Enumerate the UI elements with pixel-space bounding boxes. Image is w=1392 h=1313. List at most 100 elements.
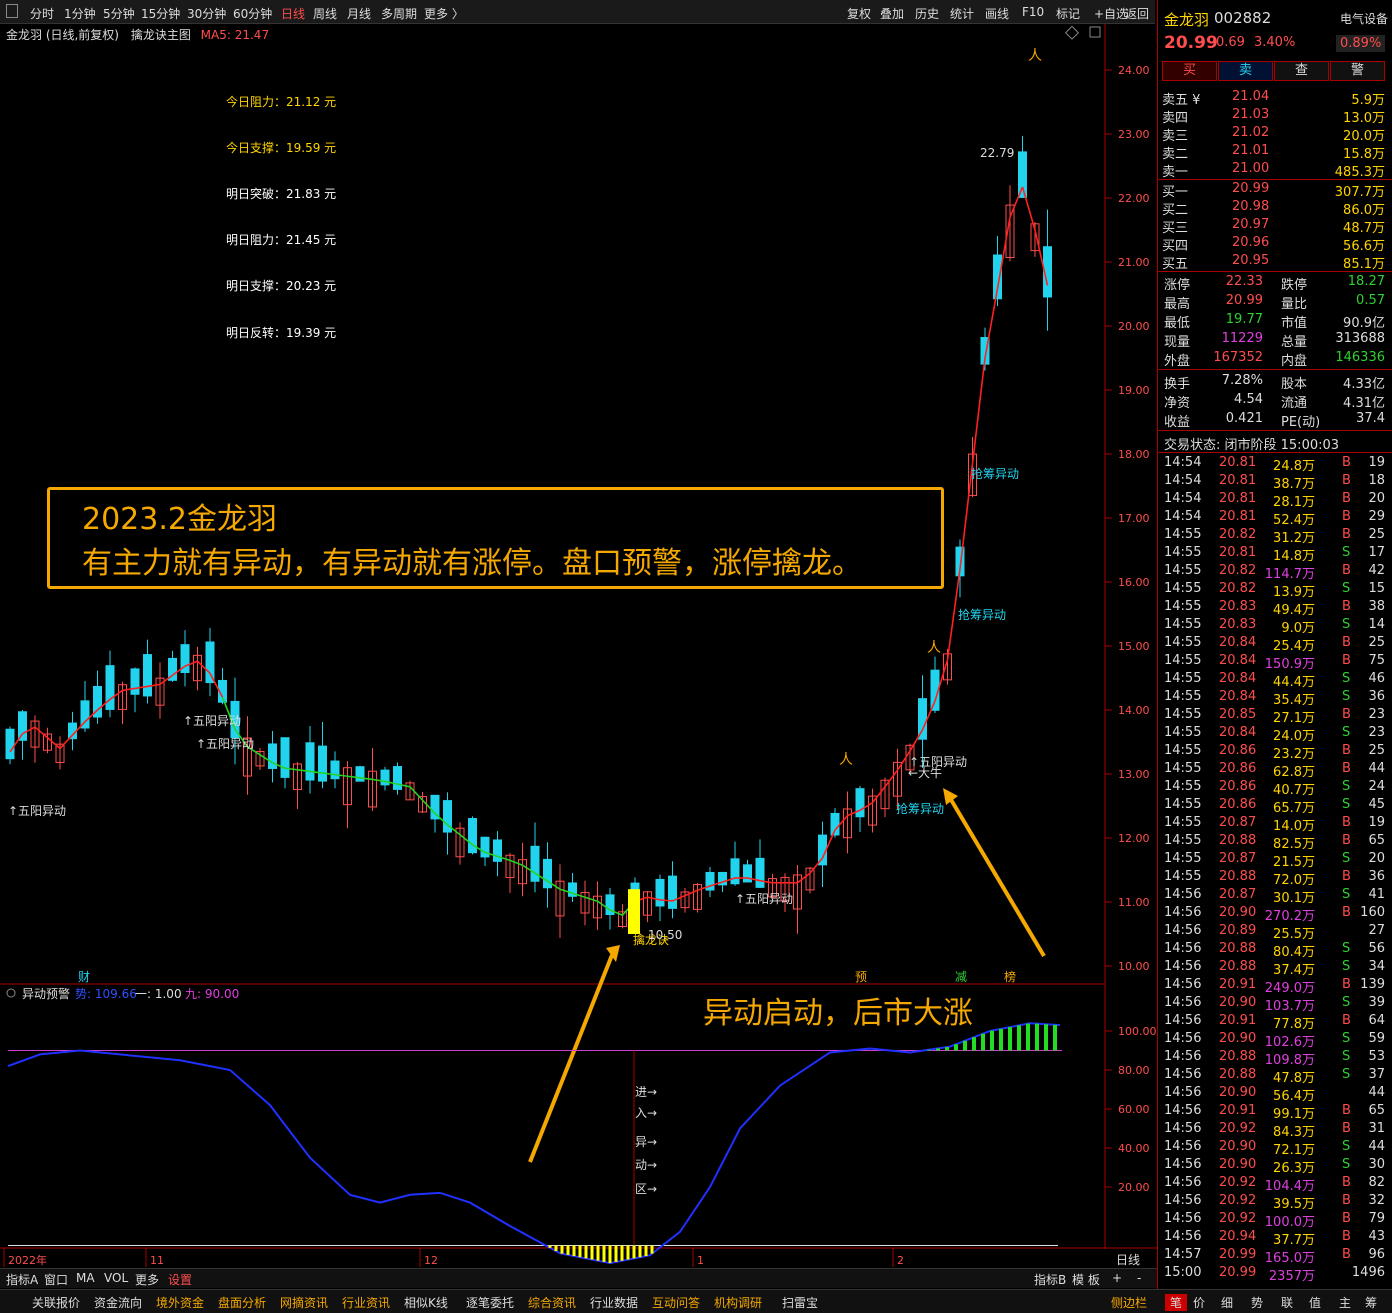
indicator-tab[interactable]: + [1112, 1271, 1122, 1285]
toolbar-action-button[interactable]: 画线 [985, 5, 1009, 22]
toolbar-action-button[interactable]: +自选 [1094, 5, 1128, 22]
period-tab[interactable]: 周线 [313, 5, 337, 22]
indicator-tab[interactable]: 窗口 [44, 1271, 68, 1288]
tick-row: 14:56 20.90 56.4万 44 [1158, 1084, 1392, 1104]
period-tab[interactable]: 多周期 [381, 5, 417, 22]
footer-side-tab[interactable]: 筹 [1365, 1294, 1377, 1311]
tick-time: 14:56 [1164, 1013, 1202, 1028]
period-tab[interactable]: 1分钟 [64, 5, 96, 22]
stat-label: 外盘 [1164, 354, 1191, 369]
footer-tab[interactable]: 网摘资讯 [280, 1294, 328, 1311]
tick-side: B [1342, 491, 1351, 506]
tick-side: S [1342, 1031, 1351, 1046]
footer-tab[interactable]: 逐笔委托 [466, 1294, 514, 1311]
footer-tab[interactable]: 行业资讯 [342, 1294, 390, 1311]
person-icon: 人 [927, 640, 941, 656]
stat-value: 90.9亿 [1343, 316, 1385, 331]
ma-line-segment [971, 357, 986, 464]
period-tab[interactable]: 月线 [347, 5, 371, 22]
chart-area[interactable]: 金龙羽 (日线,前复权) 擒龙诀主图 MA5: 21.47 24.00 23.00… [0, 24, 1157, 1268]
footer-tab[interactable]: 综合资讯 [528, 1294, 576, 1311]
footer-side-tab[interactable]: 势 [1251, 1294, 1263, 1311]
footer-side-tab[interactable]: 主 [1339, 1294, 1351, 1311]
indicator-tab[interactable]: 设置 [168, 1271, 192, 1288]
footer-tab[interactable]: 互动问答 [652, 1294, 700, 1311]
kline-chart[interactable]: 24.00 23.00 22.00 21.00 20.00 19.00 18.00 17.00… [0, 24, 1157, 1268]
footer-tab[interactable]: 境外资金 [156, 1294, 204, 1311]
footer-tab[interactable]: 机构调研 [714, 1294, 762, 1311]
tick-row: 14:56 20.91 77.8万 B 64 [1158, 1012, 1392, 1032]
period-tab[interactable]: 30分钟 [187, 5, 226, 22]
toolbar-action-button[interactable]: 返回 [1125, 5, 1149, 22]
tick-time: 14:56 [1164, 1049, 1202, 1064]
tick-time: 14:56 [1164, 1139, 1202, 1154]
toolbar-action-button[interactable]: 标记 [1056, 5, 1080, 22]
tick-side: S [1342, 995, 1351, 1010]
stock-name: 金龙羽 [1164, 11, 1210, 29]
footer-side-tab[interactable]: 价 [1193, 1294, 1205, 1311]
stat-row: 收益 0.421 PE(动) 37.4 [1158, 410, 1392, 430]
collapse-icon [6, 988, 16, 998]
tick-time: 14:56 [1164, 941, 1202, 956]
period-tab[interactable]: 日线 [281, 5, 305, 22]
trade-button[interactable]: 警 [1330, 61, 1385, 81]
tick-row: 14:56 20.94 37.7万 B 43 [1158, 1228, 1392, 1248]
annotation-line2: 有主力就有异动，有异动就有涨停。盘口预警，涨停擒龙。 [82, 546, 862, 581]
toolbar-menu-icon[interactable] [6, 4, 18, 18]
toolbar-action-button[interactable]: F10 [1022, 5, 1044, 19]
trade-button[interactable]: 买 [1162, 61, 1217, 81]
tick-count: 34 [1368, 959, 1385, 974]
tick-price: 20.90 [1219, 1157, 1257, 1172]
period-tab[interactable]: 60分钟 [233, 5, 272, 22]
toolbar-action-button[interactable]: 统计 [950, 5, 974, 22]
tick-row: 14:56 20.90 103.7万 S 39 [1158, 994, 1392, 1014]
stat-label: 现量 [1164, 335, 1191, 350]
sub-axis-label: 100.00 [1118, 1025, 1157, 1038]
indicator-tab[interactable]: 指标B [1034, 1271, 1066, 1288]
stat-value: 146336 [1335, 350, 1385, 365]
period-tab[interactable]: 15分钟 [141, 5, 180, 22]
tick-price: 20.84 [1219, 725, 1257, 740]
footer-tab[interactable]: 扫雷宝 [782, 1294, 818, 1311]
date-label: 2 [897, 1254, 904, 1267]
tick-price: 20.90 [1219, 995, 1257, 1010]
footer-tab[interactable]: 关联报价 [32, 1294, 80, 1311]
price-change: 0.69 [1216, 35, 1245, 50]
toolbar-action-button[interactable]: 叠加 [880, 5, 904, 22]
price-level-label: 今日支撑：19.59 元 [226, 141, 337, 155]
sector-label[interactable]: 电气设备 [1340, 10, 1388, 27]
indicator-tab[interactable]: 更多 [135, 1271, 159, 1288]
footer-side-tab[interactable]: 细 [1221, 1294, 1233, 1311]
trade-button[interactable]: 查 [1274, 61, 1329, 81]
footer-side-tab[interactable]: 侧边栏 [1111, 1294, 1147, 1311]
footer-tab[interactable]: 行业数据 [590, 1294, 638, 1311]
tick-side: S [1342, 1067, 1351, 1082]
tick-row: 14:55 20.83 9.0万 S 14 [1158, 616, 1392, 636]
footer-side-tab[interactable]: 值 [1309, 1294, 1321, 1311]
footer-side-tab[interactable]: 笔 [1165, 1294, 1188, 1311]
period-tab[interactable]: 更多 〉 [424, 5, 464, 22]
stat-row: 净资 4.54 流通 4.31亿 [1158, 391, 1392, 411]
footer-tab[interactable]: 相似K线 [404, 1294, 448, 1311]
trade-button[interactable]: 卖 [1218, 61, 1273, 81]
period-tab[interactable]: 分时 [30, 5, 54, 22]
toolbar-action-button[interactable]: 历史 [915, 5, 939, 22]
qiangchou-label: 抢筹异动 [958, 607, 1006, 622]
indicator-tab[interactable]: - [1137, 1271, 1141, 1285]
footer-tab[interactable]: 资金流向 [94, 1294, 142, 1311]
indicator-tab[interactable]: MA [76, 1271, 95, 1285]
footer-side-tab[interactable]: 联 [1281, 1294, 1293, 1311]
tick-time: 14:55 [1164, 743, 1202, 758]
tick-row: 14:55 20.88 72.0万 B 36 [1158, 868, 1392, 888]
stat-label: PE(动) [1281, 415, 1321, 430]
footer-tab[interactable]: 盘面分析 [218, 1294, 266, 1311]
tick-count: 18 [1368, 473, 1385, 488]
stat-row: 现量 11229 总量 313688 [1158, 330, 1392, 350]
indicator-tab[interactable]: 模 板 [1072, 1271, 1100, 1288]
toolbar-action-button[interactable]: 复权 [847, 5, 871, 22]
indicator-tab[interactable]: 指标A [6, 1271, 38, 1288]
indicator-tab[interactable]: VOL [104, 1271, 128, 1285]
tick-time: 14:56 [1164, 1031, 1202, 1046]
period-tab[interactable]: 5分钟 [103, 5, 135, 22]
ma-line-segment [871, 786, 886, 804]
